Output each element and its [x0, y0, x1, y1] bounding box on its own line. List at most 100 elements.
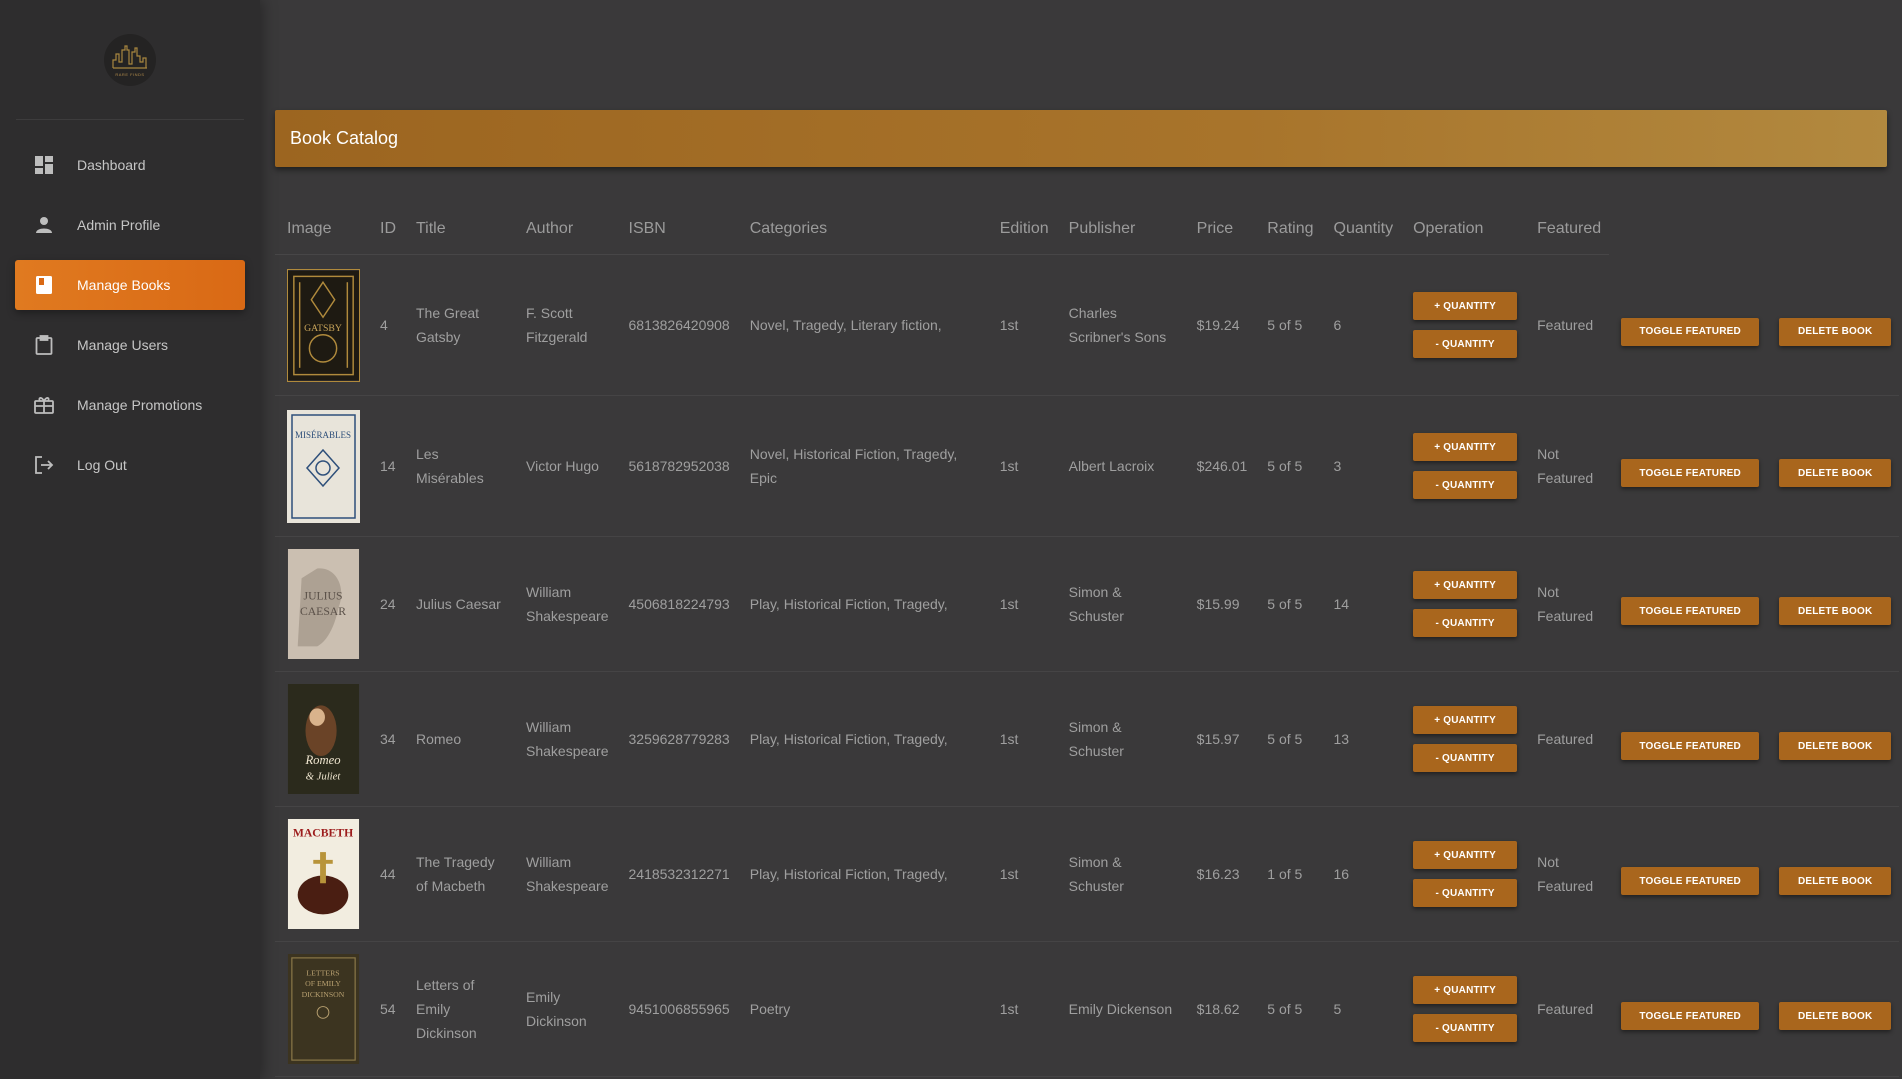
- table-row: MISÉRABLES 14 Les Misérables Victor Hugo…: [275, 395, 1900, 537]
- cell-title: The Great Gatsby: [404, 254, 514, 396]
- cell-publisher: Emily Dickenson: [1056, 941, 1185, 1077]
- operation-cell: + QUANTITY - QUANTITY: [1401, 536, 1526, 672]
- svg-text:MACBETH: MACBETH: [293, 827, 353, 840]
- cell-rating: 5 of 5: [1255, 254, 1322, 396]
- subtract-quantity-button[interactable]: - QUANTITY: [1413, 1014, 1518, 1042]
- operation-cell: + QUANTITY - QUANTITY: [1401, 254, 1526, 396]
- cell-edition: 1st: [987, 395, 1057, 537]
- cell-publisher: Charles Scribner's Sons: [1056, 254, 1185, 396]
- cell-title: The Tragedy of Macbeth: [404, 806, 514, 942]
- delete-cell: DELETE BOOK: [1767, 254, 1900, 396]
- sidebar-item-manage-users[interactable]: Manage Users: [15, 320, 245, 370]
- cell-quantity: 3: [1321, 395, 1402, 537]
- sidebar-item-dashboard[interactable]: Dashboard: [15, 140, 245, 190]
- cell-isbn: 2418532312271: [616, 806, 738, 942]
- column-header-publisher: Publisher: [1056, 204, 1185, 255]
- table-header-row: Image ID Title Author ISBN Categories Ed…: [275, 204, 1899, 255]
- cell-id: 24: [368, 536, 404, 672]
- cell-price: $15.97: [1184, 671, 1256, 807]
- toggle-featured-button[interactable]: TOGGLE FEATURED: [1621, 597, 1760, 625]
- delete-book-button[interactable]: DELETE BOOK: [1779, 459, 1892, 487]
- delete-book-button[interactable]: DELETE BOOK: [1779, 317, 1892, 346]
- operation-cell: + QUANTITY - QUANTITY: [1401, 671, 1526, 807]
- delete-book-button[interactable]: DELETE BOOK: [1779, 867, 1892, 895]
- toggle-featured-button[interactable]: TOGGLE FEATURED: [1621, 317, 1760, 346]
- delete-book-button[interactable]: DELETE BOOK: [1779, 1002, 1892, 1030]
- delete-book-button[interactable]: DELETE BOOK: [1779, 597, 1892, 625]
- sidebar-item-admin-profile[interactable]: Admin Profile: [15, 200, 245, 250]
- add-quantity-button[interactable]: + QUANTITY: [1413, 571, 1518, 599]
- subtract-quantity-button[interactable]: - QUANTITY: [1413, 330, 1518, 358]
- subtract-quantity-button[interactable]: - QUANTITY: [1413, 609, 1518, 637]
- cell-price: $15.99: [1184, 536, 1256, 672]
- cell-publisher: Albert Lacroix: [1056, 395, 1185, 537]
- column-header-title: Title: [404, 204, 514, 255]
- cell-edition: 1st: [987, 941, 1057, 1077]
- sidebar-item-label: Manage Books: [77, 277, 171, 293]
- app-logo[interactable]: RARE FINDS: [104, 34, 156, 86]
- subtract-quantity-button[interactable]: - QUANTITY: [1413, 744, 1518, 772]
- person-icon: [33, 214, 55, 236]
- add-quantity-button[interactable]: + QUANTITY: [1413, 706, 1518, 734]
- column-header-author: Author: [514, 204, 617, 255]
- cell-quantity: 16: [1321, 806, 1402, 942]
- cell-publisher: Simon & Schuster: [1056, 671, 1185, 807]
- sidebar-item-manage-promotions[interactable]: Manage Promotions: [15, 380, 245, 430]
- operation-cell: + QUANTITY - QUANTITY: [1401, 395, 1526, 537]
- delete-book-button[interactable]: DELETE BOOK: [1779, 732, 1892, 760]
- toggle-featured-button[interactable]: TOGGLE FEATURED: [1621, 459, 1760, 487]
- toggle-cell: TOGGLE FEATURED: [1609, 395, 1768, 537]
- cover-cell: JULIUS CAESAR: [275, 536, 368, 672]
- column-header-featured: Featured: [1525, 204, 1610, 255]
- subtract-quantity-button[interactable]: - QUANTITY: [1413, 471, 1518, 499]
- column-header-price: Price: [1184, 204, 1256, 255]
- add-quantity-button[interactable]: + QUANTITY: [1413, 841, 1518, 869]
- clipboard-icon: [33, 334, 55, 356]
- subtract-quantity-button[interactable]: - QUANTITY: [1413, 879, 1518, 907]
- dashboard-icon: [33, 154, 55, 176]
- toggle-cell: TOGGLE FEATURED: [1609, 536, 1768, 672]
- cell-title: Romeo: [404, 671, 514, 807]
- cell-featured: Not Featured: [1525, 395, 1610, 537]
- toggle-featured-button[interactable]: TOGGLE FEATURED: [1621, 732, 1760, 760]
- cover-cell: GATSBY: [275, 254, 368, 396]
- cell-id: 34: [368, 671, 404, 807]
- cell-author: Emily Dickinson: [514, 941, 617, 1077]
- cell-price: $18.62: [1184, 941, 1256, 1077]
- svg-text:Romeo: Romeo: [304, 753, 340, 767]
- cell-categories: Play, Historical Fiction, Tragedy,: [737, 536, 988, 672]
- cell-quantity: 6: [1321, 254, 1402, 396]
- book-cover-image: GATSBY: [287, 268, 360, 382]
- cell-edition: 1st: [987, 671, 1057, 807]
- cell-rating: 5 of 5: [1255, 536, 1322, 672]
- cover-cell: MACBETH: [275, 806, 368, 942]
- cell-price: $16.23: [1184, 806, 1256, 942]
- book-cover-image: MACBETH: [287, 819, 360, 929]
- cell-quantity: 5: [1321, 941, 1402, 1077]
- column-header-rating: Rating: [1255, 204, 1322, 255]
- cell-featured: Featured: [1525, 671, 1610, 807]
- add-quantity-button[interactable]: + QUANTITY: [1413, 976, 1518, 1004]
- sidebar-item-manage-books[interactable]: Manage Books: [15, 260, 245, 310]
- cell-id: 14: [368, 395, 404, 537]
- cover-cell: MISÉRABLES: [275, 395, 368, 537]
- operation-cell: + QUANTITY - QUANTITY: [1401, 941, 1526, 1077]
- table-row: MACBETH 44 The Tragedy of Macbeth Willia…: [275, 806, 1900, 942]
- catalog-header: Book Catalog: [275, 110, 1887, 167]
- toggle-featured-button[interactable]: TOGGLE FEATURED: [1621, 1002, 1760, 1030]
- toggle-featured-button[interactable]: TOGGLE FEATURED: [1621, 867, 1760, 895]
- sidebar-item-log-out[interactable]: Log Out: [15, 440, 245, 490]
- cell-featured: Featured: [1525, 941, 1610, 1077]
- page-title: Book Catalog: [290, 128, 399, 148]
- add-quantity-button[interactable]: + QUANTITY: [1413, 292, 1518, 320]
- gift-icon: [33, 394, 55, 416]
- column-header-delete: [1767, 204, 1899, 255]
- cell-id: 44: [368, 806, 404, 942]
- toggle-cell: TOGGLE FEATURED: [1609, 254, 1768, 396]
- delete-cell: DELETE BOOK: [1767, 395, 1900, 537]
- add-quantity-button[interactable]: + QUANTITY: [1413, 433, 1518, 461]
- cell-featured: Featured: [1525, 254, 1610, 396]
- table-row: JULIUS CAESAR 24 Julius Caesar William S…: [275, 536, 1900, 672]
- cell-author: William Shakespeare: [514, 806, 617, 942]
- cell-author: F. Scott Fitzgerald: [514, 254, 617, 396]
